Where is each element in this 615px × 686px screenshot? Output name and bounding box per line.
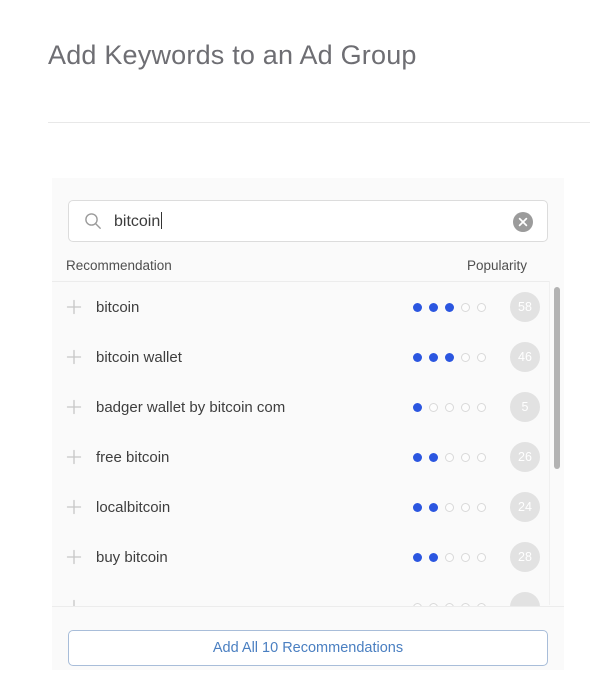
popularity-dot-empty [461, 552, 470, 562]
keyword-label: bitcoin wallet [96, 348, 182, 366]
table-row[interactable]: free bitcoin 26 [52, 432, 558, 482]
popularity-dot-empty [413, 602, 422, 606]
popularity-dots [413, 502, 486, 512]
popularity-score-badge: 58 [510, 292, 540, 322]
popularity-dot-empty [445, 552, 454, 562]
search-text: bitcoin [114, 213, 161, 230]
header-divider [48, 122, 590, 123]
popularity-dot-empty [461, 402, 470, 412]
popularity-dots [413, 452, 486, 462]
popularity-dot-empty [445, 602, 454, 606]
add-keyword-plus-icon[interactable] [66, 449, 82, 465]
table-row[interactable] [52, 582, 558, 606]
keyword-label: badger wallet by bitcoin com [96, 398, 286, 416]
popularity-dot-empty [461, 352, 470, 362]
keyword-label: free bitcoin [96, 448, 170, 466]
popularity-dot-empty [477, 402, 486, 412]
keyword-label: localbitcoin [96, 498, 171, 516]
keyword-picker-panel: bitcoin Recommendation Popularity bitcoi… [52, 178, 564, 670]
popularity-dot-filled [429, 352, 438, 362]
table-row[interactable]: localbitcoin 24 [52, 482, 558, 532]
popularity-score-badge: 28 [510, 542, 540, 572]
popularity-dot-empty [461, 302, 470, 312]
search-icon [84, 212, 102, 230]
popularity-dot-empty [445, 502, 454, 512]
popularity-dot-filled [429, 552, 438, 562]
add-keyword-plus-icon[interactable] [66, 499, 82, 515]
popularity-dot-empty [429, 602, 438, 606]
list-scrollbar-thumb[interactable] [554, 287, 560, 469]
popularity-dot-filled [413, 352, 422, 362]
popularity-dot-empty [429, 402, 438, 412]
popularity-dot-empty [477, 552, 486, 562]
popularity-score-badge [510, 592, 540, 606]
column-header-recommendation: Recommendation [66, 258, 172, 273]
text-caret [161, 212, 163, 229]
popularity-dot-empty [477, 352, 486, 362]
popularity-dot-empty [477, 452, 486, 462]
column-header-popularity: Popularity [466, 258, 527, 273]
popularity-dot-empty [461, 452, 470, 462]
popularity-dot-empty [445, 402, 454, 412]
add-keyword-plus-icon[interactable] [66, 399, 82, 415]
search-input-value[interactable]: bitcoin [114, 211, 163, 233]
add-keyword-plus-icon[interactable] [66, 349, 82, 365]
keyword-label: bitcoin [96, 298, 140, 316]
popularity-dot-empty [445, 452, 454, 462]
popularity-dot-empty [477, 602, 486, 606]
popularity-dot-filled [429, 302, 438, 312]
list-scrollbar[interactable] [549, 281, 564, 605]
popularity-dot-filled [413, 402, 422, 412]
popularity-score-badge: 5 [510, 392, 540, 422]
search-field[interactable]: bitcoin [68, 200, 548, 242]
popularity-dot-empty [461, 602, 470, 606]
column-headers: Recommendation Popularity [66, 258, 556, 280]
popularity-dots [413, 402, 486, 412]
popularity-dot-empty [461, 502, 470, 512]
popularity-dots [413, 602, 486, 606]
popularity-dot-filled [413, 452, 422, 462]
popularity-dot-filled [445, 302, 454, 312]
table-row[interactable]: badger wallet by bitcoin com 5 [52, 382, 558, 432]
popularity-dot-filled [429, 502, 438, 512]
keyword-label: buy bitcoin [96, 548, 168, 566]
page-title: Add Keywords to an Ad Group [48, 40, 417, 70]
popularity-dot-empty [477, 502, 486, 512]
popularity-score-badge: 24 [510, 492, 540, 522]
popularity-dot-filled [445, 352, 454, 362]
popularity-dot-filled [413, 502, 422, 512]
table-row[interactable]: buy bitcoin 28 [52, 532, 558, 582]
recommendations-list[interactable]: bitcoin 58 bitcoin wallet 46 badger wallet b… [52, 281, 564, 607]
add-keyword-plus-icon[interactable] [66, 599, 82, 606]
clear-search-button[interactable] [513, 212, 533, 232]
add-keyword-plus-icon[interactable] [66, 299, 82, 315]
popularity-dots [413, 352, 486, 362]
popularity-dot-filled [413, 552, 422, 562]
table-row[interactable]: bitcoin 58 [52, 282, 558, 332]
add-all-recommendations-button[interactable]: Add All 10 Recommendations [68, 630, 548, 666]
add-keyword-plus-icon[interactable] [66, 549, 82, 565]
popularity-score-badge: 46 [510, 342, 540, 372]
popularity-dot-filled [413, 302, 422, 312]
popularity-dots [413, 552, 486, 562]
popularity-dot-empty [477, 302, 486, 312]
recommendations-list-inner: bitcoin 58 bitcoin wallet 46 badger wallet b… [52, 282, 558, 606]
popularity-dot-filled [429, 452, 438, 462]
popularity-score-badge: 26 [510, 442, 540, 472]
popularity-dots [413, 302, 486, 312]
table-row[interactable]: bitcoin wallet 46 [52, 332, 558, 382]
add-all-label: Add All 10 Recommendations [212, 640, 404, 656]
